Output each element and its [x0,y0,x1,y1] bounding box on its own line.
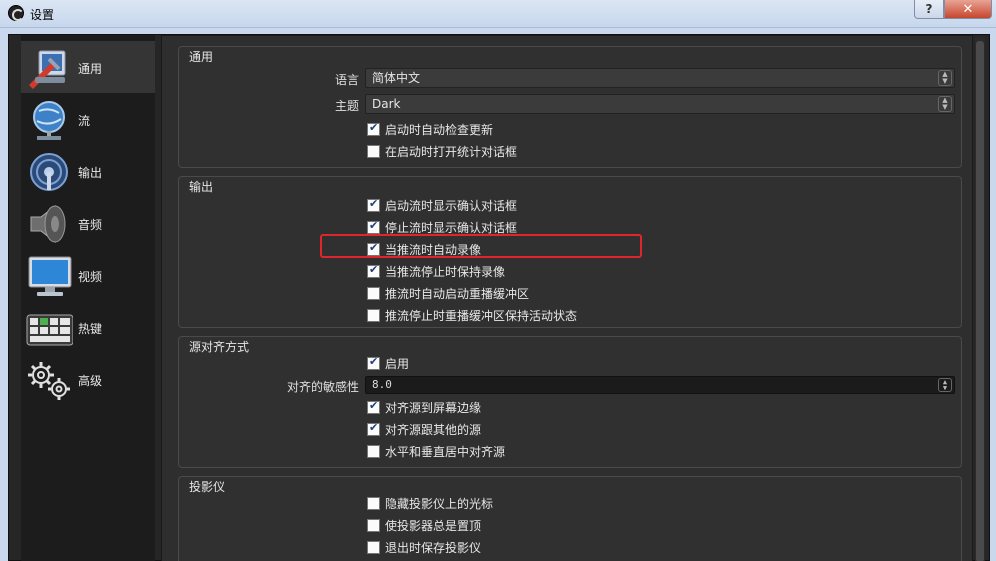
snap-sensitivity-value: 8.0 [372,378,392,391]
keep-recording-checkbox[interactable]: 当推流停止时保持录像 [367,263,505,279]
checkbox-label: 启动流时显示确认对话框 [385,198,518,213]
updown-arrows-icon[interactable]: ▲ ▼ [938,378,952,392]
checkbox-label: 使投影器总是置顶 [385,518,482,533]
projector-always-on-top-checkbox[interactable]: 使投影器总是置顶 [367,517,481,533]
snap-sensitivity-spinbox[interactable]: 8.0 ▲ ▼ [365,376,955,394]
sidebar-item-hotkeys[interactable]: 热键 [21,301,155,353]
language-select[interactable]: 简体中文 ▲ ▼ [365,68,955,88]
sidebar-item-video[interactable]: 视频 [21,249,155,301]
sidebar-item-label: 视频 [78,270,103,284]
stats-dialog-checkbox[interactable]: 在启动时打开统计对话框 [367,143,517,159]
video-icon [28,256,72,296]
snap-screen-edges-checkbox[interactable]: 对齐源到屏幕边缘 [367,399,481,415]
checkbox-box[interactable] [367,540,380,554]
projectors-group: 投影仪 隐藏投影仪上的光标 使投影器总是置顶 退出时保存投影仪 [178,476,962,561]
help-button[interactable]: ? [914,0,944,19]
sidebar-item-label: 音频 [78,218,103,232]
snapping-enable-checkbox[interactable]: 启用 [367,355,409,371]
group-title: 投影仪 [189,480,226,494]
checkbox-label: 当推流停止时保持录像 [385,264,506,279]
settings-client: 通用 流 输出 音频 视频 热键 高级 通用 语言 简体中文 ▲ ▼ 主题 Da… [8,34,990,561]
checkbox-box[interactable] [367,444,380,458]
sidebar-item-stream[interactable]: 流 [21,93,155,145]
settings-content: 通用 语言 简体中文 ▲▼ 主题 Dark ▲▼ 启动时自动检查更新 在启动时 [161,35,973,561]
hide-projector-cursor-checkbox[interactable]: 隐藏投影仪上的光标 [367,495,493,511]
checkbox-box[interactable] [367,197,380,212]
checkbox-box[interactable] [367,144,380,158]
close-button[interactable]: ✕ [944,0,992,19]
sidebar-item-audio[interactable]: 音频 [21,197,155,249]
checkbox-label: 推流停止时重播缓冲区保持活动状态 [385,308,578,323]
sidebar-item-label: 输出 [78,166,103,180]
language-value: 简体中文 [372,71,421,85]
checkbox-box[interactable] [367,518,380,532]
checkbox-box[interactable] [367,263,380,278]
sidebar-item-output[interactable]: 输出 [21,145,155,197]
group-title: 源对齐方式 [189,340,250,354]
check-updates-checkbox[interactable]: 启动时自动检查更新 [367,121,493,137]
snapping-group: 源对齐方式 启用 对齐的敏感性 8.0 ▲▼ 对齐源到屏幕边缘 对齐源跟其他的源 [178,336,962,468]
output-icon [30,153,68,191]
theme-value: Dark [372,97,401,111]
checkbox-box[interactable] [367,121,380,136]
confirm-stop-stream-checkbox[interactable]: 停止流时显示确认对话框 [367,219,517,235]
sidebar-item-advanced[interactable]: 高级 [21,353,155,405]
updown-arrows-icon: ▲ ▼ [938,70,952,86]
updown-arrows-icon: ▲ ▼ [938,96,952,112]
scrollbar-thumb[interactable] [976,41,984,561]
sidebar-item-general[interactable]: 通用 [21,41,155,93]
sidebar-item-label: 流 [78,114,91,128]
sidebar-item-label: 通用 [78,62,103,76]
window-title: 设置 [30,8,55,22]
checkbox-label: 退出时保存投影仪 [385,540,482,555]
snap-other-sources-checkbox[interactable]: 对齐源跟其他的源 [367,421,481,437]
general-icon [29,50,66,89]
save-projectors-checkbox[interactable]: 退出时保存投影仪 [367,539,481,555]
theme-label: 主题 [334,99,359,113]
sidebar-item-label: 热键 [78,322,103,336]
auto-replay-buffer-checkbox[interactable]: 推流时自动启动重播缓冲区 [367,285,529,301]
snap-center-checkbox[interactable]: 水平和垂直居中对齐源 [367,443,505,459]
group-title: 输出 [189,180,214,194]
checkbox-label: 启动时自动检查更新 [385,122,494,137]
window-frame: 通用 流 输出 音频 视频 热键 高级 通用 语言 简体中文 ▲ ▼ 主题 Da… [0,28,996,561]
checkbox-label: 在启动时打开统计对话框 [385,144,518,159]
checkbox-label: 对齐源跟其他的源 [385,422,482,437]
checkbox-box[interactable] [367,496,380,510]
theme-select[interactable]: Dark ▲ ▼ [365,94,955,114]
obs-app-icon [8,5,24,21]
audio-icon [30,204,66,244]
checkbox-box[interactable] [367,286,380,300]
checkbox-box[interactable] [367,308,380,322]
checkbox-box[interactable] [367,219,380,234]
vertical-scrollbar[interactable] [975,37,985,561]
checkbox-label: 停止流时显示确认对话框 [385,220,518,235]
confirm-start-stream-checkbox[interactable]: 启动流时显示确认对话框 [367,197,517,213]
checkbox-label: 启用 [385,356,410,371]
advanced-icon [28,362,70,400]
stream-icon [33,101,65,140]
checkbox-box[interactable] [367,421,380,436]
group-title: 通用 [189,50,214,64]
checkbox-label: 水平和垂直居中对齐源 [385,444,506,459]
sidebar-item-label: 高级 [78,374,103,388]
language-label: 语言 [334,73,359,87]
general-group: 通用 语言 简体中文 ▲▼ 主题 Dark ▲▼ 启动时自动检查更新 在启动时 [178,46,962,168]
checkbox-box[interactable] [367,399,380,414]
hotkeys-icon [26,314,73,346]
keep-replay-buffer-checkbox[interactable]: 推流停止时重播缓冲区保持活动状态 [367,307,577,323]
checkbox-label: 隐藏投影仪上的光标 [385,496,494,511]
highlight-annotation [320,234,642,258]
checkbox-box[interactable] [367,355,380,370]
checkbox-label: 对齐源到屏幕边缘 [385,400,482,415]
title-bar: 设置 ? ✕ [0,0,996,28]
checkbox-label: 推流时自动启动重播缓冲区 [385,286,530,301]
settings-sidebar: 通用 流 输出 音频 视频 热键 高级 [21,35,155,561]
snap-sensitivity-label: 对齐的敏感性 [286,380,359,394]
